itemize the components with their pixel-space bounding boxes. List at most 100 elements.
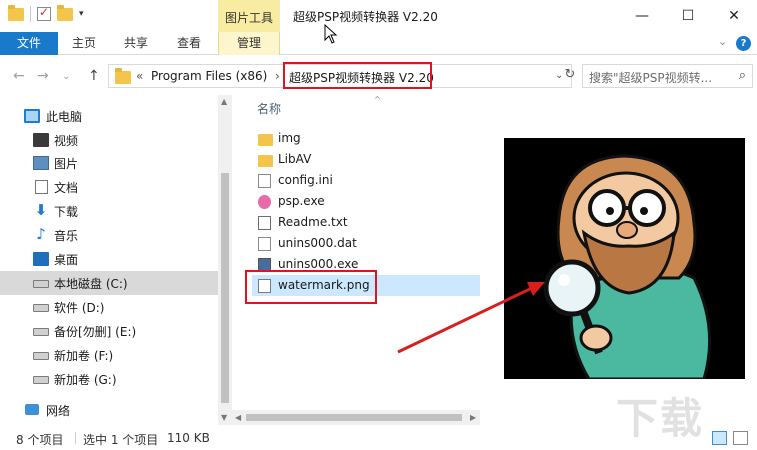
tab-share[interactable]: 共享 [118,32,154,55]
scrollbar-thumb[interactable] [246,414,462,421]
sidebar-item-label: 软件 (D:) [54,301,105,315]
file-name: Readme.txt [278,215,348,229]
file-row-libav[interactable]: LibAV [252,149,480,170]
folder-icon [258,155,273,167]
search-icon: ⌕ [738,68,746,83]
window-title: 超级PSP视频转换器 V2.20 [293,10,438,24]
drive-icon [33,352,49,360]
drive-icon [33,304,49,312]
sidebar-item-label: 下载 [54,205,79,219]
horizontal-scrollbar[interactable]: ◀ ▶ [232,410,480,425]
tab-view[interactable]: 查看 [171,32,207,55]
sidebar-item-pictures[interactable]: 图片 [0,151,218,175]
refresh-button[interactable]: ↻ [560,64,580,88]
scroll-up-icon[interactable]: ▲ [221,97,227,106]
file-row-readme[interactable]: Readme.txt [252,212,480,233]
recent-locations-button[interactable]: ⌄ [62,71,70,82]
sidebar-item-desktop[interactable]: 桌面 [0,247,218,271]
up-button[interactable]: ↑ [88,68,100,84]
breadcrumb-program-files[interactable]: Program Files (x86) [151,69,267,83]
properties-icon[interactable] [37,5,51,21]
config-file-icon [258,174,271,188]
sort-ascending-icon: ^ [374,95,381,104]
sidebar-item-label: 图片 [54,157,79,171]
maximize-button[interactable]: ☐ [665,0,711,32]
folder-icon [115,68,131,84]
search-input[interactable]: 搜索"超级PSP视频转... [589,69,731,86]
drive-icon [33,376,49,384]
navigation-pane: 此电脑 视频 图片 文档 ⬇ 下载 ♪ 音乐 桌面 本地磁盘 (C:) 软件 (… [0,95,232,425]
sidebar-item-downloads[interactable]: ⬇ 下载 [0,199,218,223]
breadcrumb-overflow[interactable]: « [136,69,143,83]
sidebar-item-label: 网络 [46,404,71,418]
folder-icon [8,4,24,21]
sidebar-item-drive-c[interactable]: 本地磁盘 (C:) [0,271,218,295]
sidebar-item-drive-e[interactable]: 备份[勿删] (E:) [0,319,218,343]
tab-home[interactable]: 主页 [66,32,102,55]
picture-tools-context-tab: 图片工具 [218,0,280,34]
file-row-unins-dat[interactable]: unins000.dat [252,233,480,254]
sidebar-item-label: 桌面 [54,253,79,267]
sidebar-item-this-pc[interactable]: 此电脑 [0,104,218,128]
sidebar-item-videos[interactable]: 视频 [0,128,218,152]
sidebar-item-label: 新加卷 (F:) [54,349,114,363]
expand-ribbon-icon[interactable]: ⌄ [718,35,727,48]
customize-toolbar-icon[interactable]: ▾ [79,9,84,19]
search-box[interactable]: 搜索"超级PSP视频转... ⌕ [582,64,753,88]
title-bar: ▾ 图片工具 超级PSP视频转换器 V2.20 — ☐ ✕ [0,0,757,34]
file-row-config[interactable]: config.ini [252,170,480,191]
tab-file[interactable]: 文件 [0,32,58,55]
cartoon-detective-illustration [543,154,712,379]
desktop-icon [33,252,49,266]
minimize-button[interactable]: — [619,0,665,32]
sidebar-item-drive-f[interactable]: 新加卷 (F:) [0,343,218,367]
file-name: psp.exe [278,194,325,208]
tab-manage[interactable]: 管理 [218,32,280,55]
sidebar-item-documents[interactable]: 文档 [0,175,218,199]
drive-icon [33,280,49,288]
computer-icon [24,109,40,123]
sidebar-item-label: 文档 [54,181,79,195]
back-button[interactable]: ← [13,68,25,84]
download-icon: ⬇ [34,201,48,219]
documents-icon [35,180,48,194]
sidebar-item-network[interactable]: 网络 [0,398,218,422]
sidebar-item-label: 备份[勿删] (E:) [54,325,137,339]
quick-access-toolbar: ▾ [8,4,84,22]
new-folder-icon[interactable] [57,4,73,21]
dat-file-icon [258,237,271,251]
selection-size: 110 KB [167,431,210,445]
sidebar-item-drive-d[interactable]: 软件 (D:) [0,295,218,319]
large-icons-view-icon[interactable] [733,431,748,445]
file-row-psp-exe[interactable]: psp.exe [252,191,480,212]
scrollbar-thumb[interactable] [221,173,229,403]
ribbon: 文件 主页 共享 查看 管理 ⌄ ? [0,32,757,55]
exe-icon [258,195,271,209]
sidebar-scrollbar[interactable]: ▲ ▼ [218,95,232,425]
annotation-box-watermark-file [245,270,377,304]
scroll-right-icon[interactable]: ▶ [470,413,476,422]
column-header-name[interactable]: 名称 [257,100,281,117]
sidebar-item-drive-g[interactable]: 新加卷 (G:) [0,367,218,391]
pictures-icon [33,156,49,170]
file-name: LibAV [278,152,312,166]
forward-button[interactable]: → [37,68,49,84]
sidebar-item-music[interactable]: ♪ 音乐 [0,223,218,247]
help-icon[interactable]: ? [736,36,751,51]
breadcrumb-separator[interactable]: › [275,69,280,83]
mouse-cursor-icon [324,24,338,44]
text-file-icon [258,216,271,230]
video-icon [33,133,49,147]
folder-icon [258,134,273,146]
close-button[interactable]: ✕ [711,0,757,32]
file-row-img[interactable]: img [252,128,480,149]
selection-count: 选中 1 个项目 [83,433,159,447]
drive-icon [33,328,49,336]
scroll-left-icon[interactable]: ◀ [235,413,241,422]
details-view-icon[interactable] [712,431,727,445]
divider [30,6,31,22]
site-watermark: 下载 [616,394,705,443]
network-icon [25,404,39,415]
scroll-down-icon[interactable]: ▼ [221,413,227,422]
annotation-box-folder-path [283,62,432,89]
